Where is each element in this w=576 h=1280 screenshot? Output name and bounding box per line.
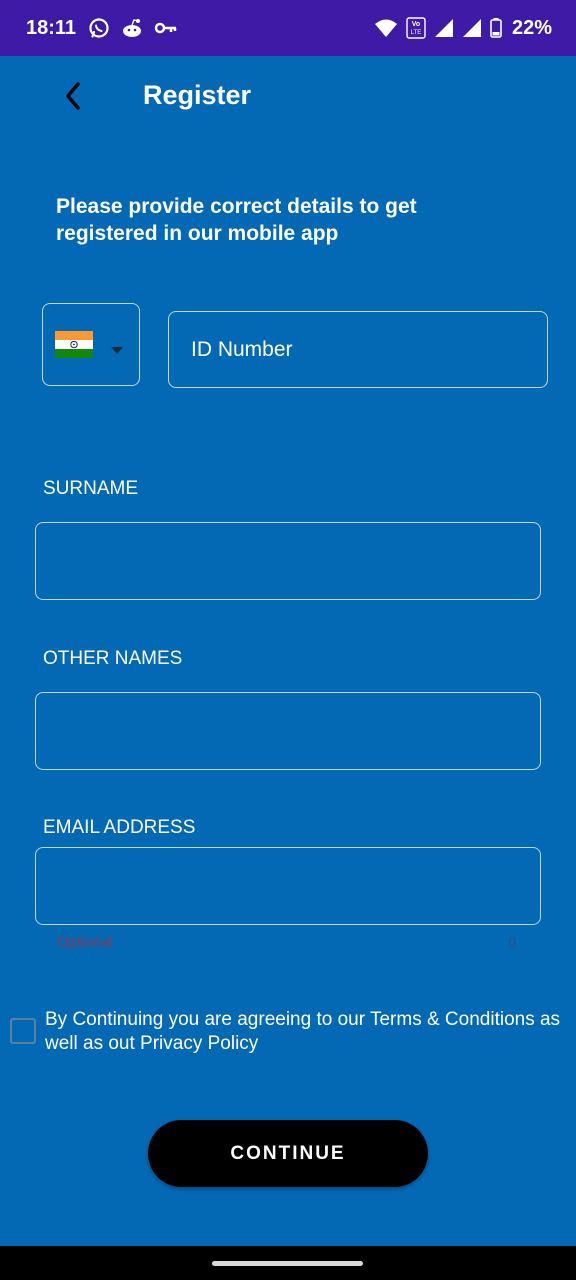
status-right: Vo LTE 22%: [374, 17, 552, 40]
caret-down-icon: [111, 341, 123, 359]
home-indicator[interactable]: [212, 1261, 363, 1266]
page-title: Register: [143, 80, 252, 110]
signal-icon: [434, 18, 454, 38]
intro-text: Please provide correct details to get re…: [56, 195, 417, 245]
status-time: 18:11: [26, 16, 77, 39]
terms-checkbox[interactable]: [10, 1018, 36, 1044]
other-names-input[interactable]: [35, 692, 541, 770]
whatsapp-icon: [88, 17, 110, 39]
back-button[interactable]: [58, 78, 90, 114]
other-names-label: OTHER NAMES: [43, 648, 183, 669]
signal-icon: [462, 18, 482, 38]
email-input[interactable]: [35, 847, 541, 925]
navigation-bar: [0, 1246, 576, 1280]
battery-percent: 22%: [511, 16, 552, 39]
svg-text:Vo: Vo: [412, 21, 420, 28]
surname-label: SURNAME: [43, 478, 139, 499]
vpn-key-icon: [154, 21, 178, 35]
email-char-counter: 0: [508, 934, 517, 951]
email-label: EMAIL ADDRESS: [43, 817, 196, 838]
svg-text:LTE: LTE: [411, 30, 422, 36]
status-bar: 18:11 Vo LTE 22%: [0, 0, 576, 56]
email-helper-text: Optional: [57, 934, 113, 951]
terms-text[interactable]: By Continuing you are agreeing to our Te…: [45, 1008, 565, 1056]
continue-button[interactable]: CONTINUE: [148, 1120, 428, 1187]
id-number-input[interactable]: ID Number: [168, 311, 548, 388]
reddit-icon: [120, 17, 144, 39]
chevron-left-icon: [58, 82, 90, 118]
india-flag-icon: [55, 331, 93, 358]
volte-icon: Vo LTE: [406, 17, 426, 39]
status-left: 18:11: [26, 17, 178, 40]
surname-input[interactable]: [35, 522, 541, 600]
id-number-placeholder: ID Number: [191, 338, 293, 361]
battery-icon: [490, 18, 502, 38]
continue-label: CONTINUE: [230, 1142, 346, 1164]
country-picker[interactable]: [42, 303, 140, 386]
wifi-icon: [374, 18, 398, 38]
